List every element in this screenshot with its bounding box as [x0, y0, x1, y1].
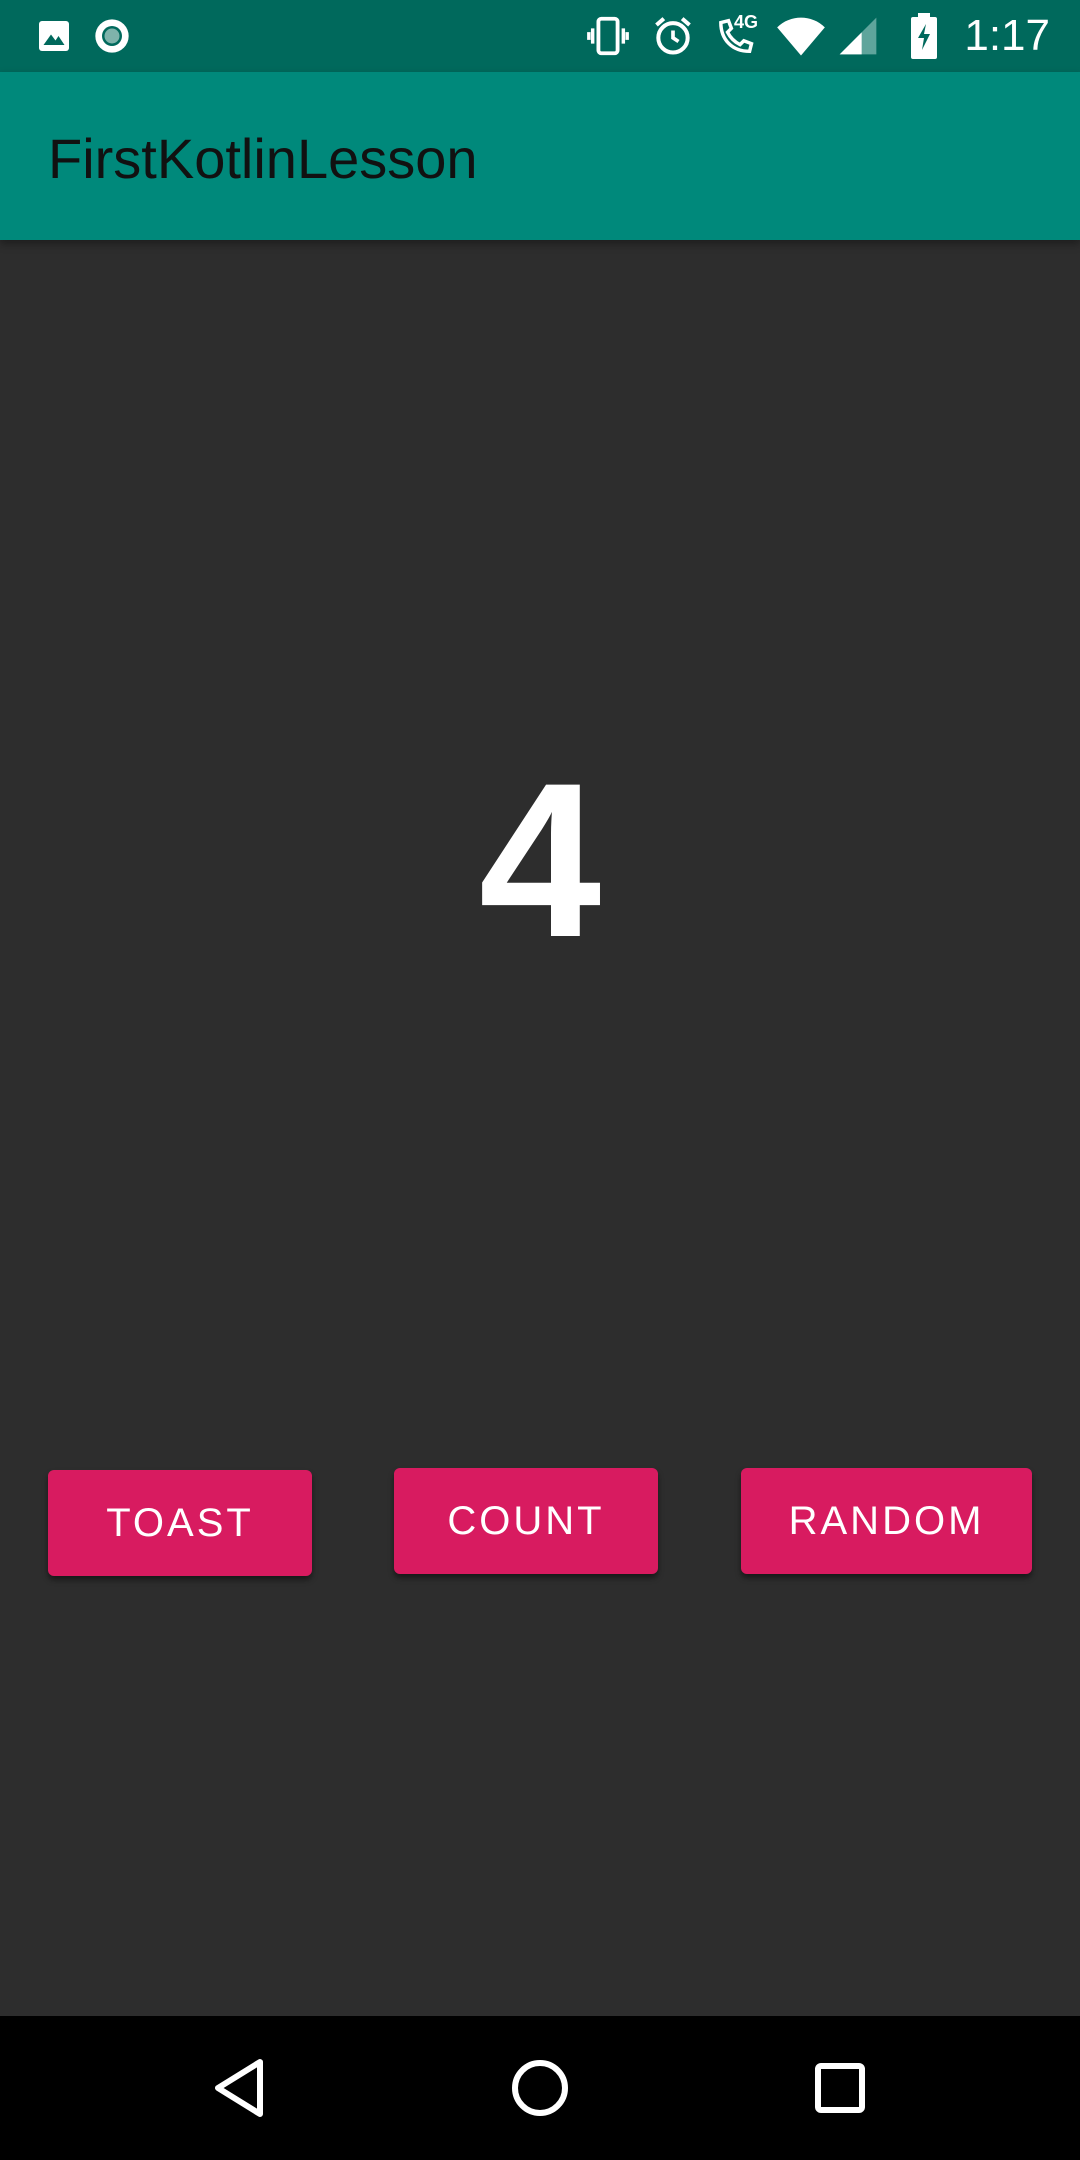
- home-icon[interactable]: [470, 2016, 610, 2160]
- status-bar: 4G 1:17: [0, 0, 1080, 72]
- network-type-label: 4G: [734, 12, 759, 32]
- signal-icon: [834, 0, 882, 72]
- screen: 4G 1:17 FirstKotlinLesson 4 TOAST COUNT: [0, 0, 1080, 2160]
- record-icon: [90, 0, 134, 72]
- wifi-icon: [774, 0, 828, 72]
- app-title: FirstKotlinLesson: [48, 127, 478, 190]
- count-display: 4: [478, 737, 602, 983]
- count-button[interactable]: COUNT: [394, 1468, 658, 1574]
- call-4g-icon: [712, 0, 768, 72]
- battery-charging-icon: [906, 0, 942, 72]
- back-icon[interactable]: [170, 2016, 310, 2160]
- toast-button[interactable]: TOAST: [48, 1470, 312, 1576]
- recents-icon[interactable]: [770, 2016, 910, 2160]
- clock-time: 1:17: [964, 11, 1050, 60]
- vibrate-icon: [584, 0, 632, 72]
- random-button[interactable]: RANDOM: [741, 1468, 1032, 1574]
- image-icon: [34, 0, 74, 72]
- app-bar: FirstKotlinLesson: [0, 72, 1080, 240]
- navigation-bar: [0, 2016, 1080, 2160]
- alarm-icon: [650, 0, 696, 72]
